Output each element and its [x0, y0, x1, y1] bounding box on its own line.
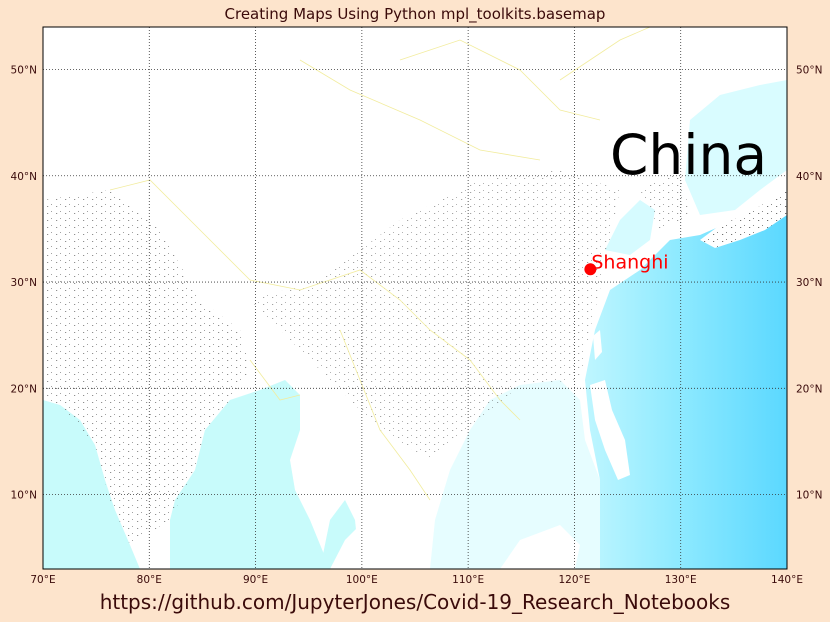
map-area: China Shanghi [43, 27, 787, 569]
longitude-tick-label: 110°E [452, 574, 484, 586]
map-figure: China Shanghi 70°E 80°E 90°E 100°E 110°E 120°… [11, 26, 822, 586]
latitude-tick-label-right: 20°N [796, 383, 822, 395]
latitude-tick-label-right: 10°N [796, 490, 822, 502]
city-label: Shanghi [591, 251, 668, 273]
latitude-tick-label-right: 40°N [796, 171, 822, 183]
latitude-tick-label-left: 40°N [11, 171, 37, 183]
longitude-tick-label: 130°E [665, 574, 697, 586]
latitude-tick-label-left: 20°N [11, 383, 37, 395]
longitude-tick-label: 140°E [771, 574, 803, 586]
longitude-tick-labels: 70°E 80°E 90°E 100°E 110°E 120°E 130°E 140°E [30, 574, 803, 586]
longitude-tick-label: 70°E [30, 574, 55, 586]
latitude-tick-label-right: 50°N [796, 65, 822, 77]
longitude-tick-label: 90°E [243, 574, 268, 586]
longitude-tick-label: 120°E [558, 574, 590, 586]
longitude-tick-label: 80°E [137, 574, 162, 586]
footer-url[interactable]: https://github.com/JupyterJones/Covid-19… [0, 590, 830, 614]
latitude-tick-label-left: 10°N [11, 490, 37, 502]
latitude-tick-labels-right: 10°N 20°N 30°N 40°N 50°N [796, 65, 822, 502]
latitude-tick-label-right: 30°N [796, 277, 822, 289]
latitude-tick-label-left: 50°N [11, 65, 37, 77]
longitude-tick-label: 100°E [346, 574, 378, 586]
country-label: China [610, 123, 767, 187]
latitude-tick-labels-left: 10°N 20°N 30°N 40°N 50°N [11, 65, 37, 502]
latitude-tick-label-left: 30°N [11, 277, 37, 289]
